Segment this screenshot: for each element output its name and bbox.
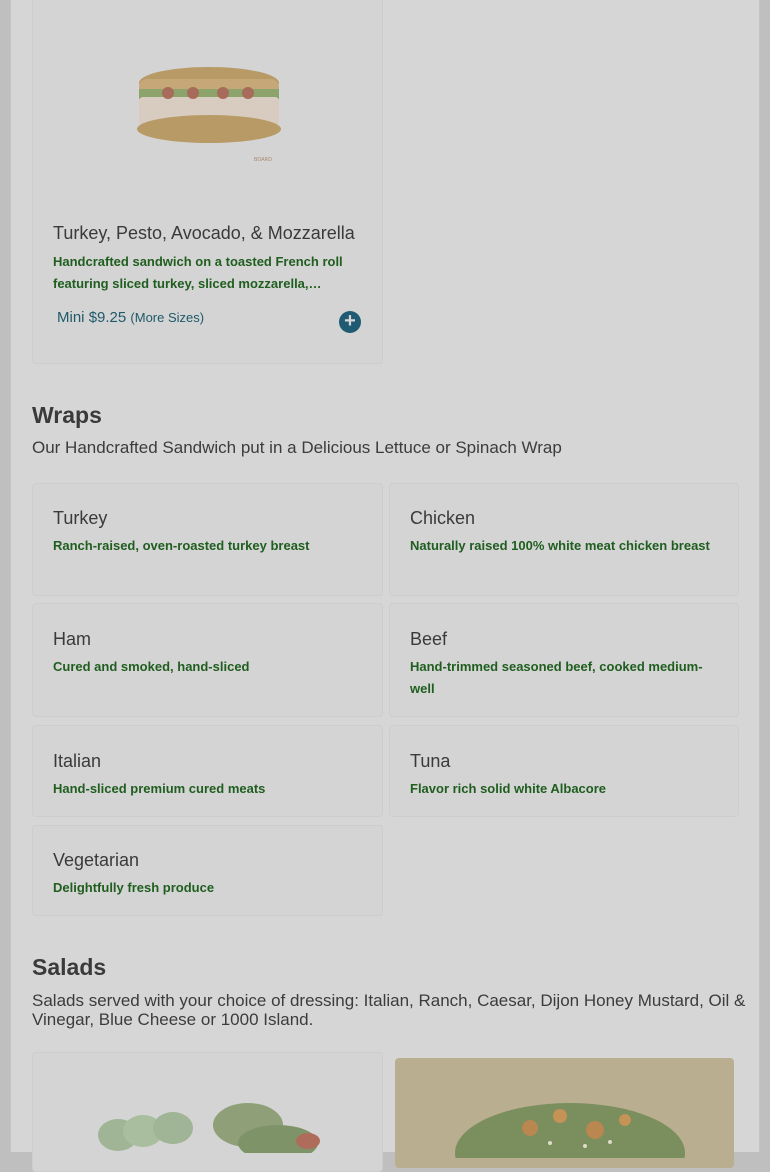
wrap-item-name: Turkey — [53, 508, 108, 528]
price-row: Mini $9.25 (More Sizes) — [57, 309, 204, 326]
salad-item-card[interactable] — [32, 1052, 383, 1172]
wrap-item-card[interactable]: Italian Hand-sliced premium cured meats — [32, 725, 383, 817]
menu-item-description: Handcrafted sandwich on a toasted French… — [53, 254, 343, 291]
wrap-item-card[interactable]: Vegetarian Delightfully fresh produce — [32, 825, 383, 916]
wrap-item-card[interactable]: Tuna Flavor rich solid white Albacore — [389, 725, 739, 817]
wrap-item-name: Chicken — [410, 508, 476, 528]
wrap-item-description: Cured and smoked, hand-sliced — [53, 659, 250, 674]
wrap-item-name: Vegetarian — [53, 850, 140, 870]
section-subtitle-wraps: Our Handcrafted Sandwich put in a Delici… — [32, 438, 562, 457]
wrap-item-name: Italian — [53, 751, 102, 771]
price-size: Mini — [57, 309, 85, 326]
wrap-item-description: Hand-sliced premium cured meats — [53, 781, 266, 796]
wrap-item-card[interactable]: Turkey Ranch-raised, oven-roasted turkey… — [32, 483, 383, 596]
wrap-item-card[interactable]: Ham Cured and smoked, hand-sliced — [32, 603, 383, 717]
wrap-item-description: Hand-trimmed seasoned beef, cooked mediu… — [410, 659, 703, 696]
salad-image — [98, 1103, 320, 1153]
wrap-item-name: Beef — [410, 629, 448, 649]
price-value: $9.25 — [88, 309, 127, 326]
wrap-item-description: Naturally raised 100% white meat chicken… — [410, 538, 710, 553]
wrap-item-description: Flavor rich solid white Albacore — [410, 781, 607, 796]
wrap-item-name: Tuna — [410, 751, 451, 771]
menu-item-card[interactable]: BOARD Turkey, Pesto, Avocado, & Mozzarel… — [32, 0, 383, 364]
wrap-item-name: Ham — [53, 629, 92, 649]
wrap-item-description: Ranch-raised, oven-roasted turkey breast — [53, 538, 310, 553]
svg-text:BOARD: BOARD — [254, 157, 272, 163]
section-subtitle-salads: Salads served with your choice of dressi… — [32, 991, 746, 1029]
section-title-salads: Salads — [32, 954, 107, 980]
menu-item-name: Turkey, Pesto, Avocado, & Mozzarella — [53, 223, 355, 243]
plus-circle-icon[interactable]: + — [339, 311, 361, 333]
menu-page: BOARD Turkey, Pesto, Avocado, & Mozzarel… — [10, 0, 760, 1172]
wrap-item-description: Delightfully fresh produce — [53, 880, 215, 895]
more-sizes-link[interactable]: (More Sizes) — [130, 310, 204, 325]
wrap-item-card[interactable]: Beef Hand-trimmed seasoned beef, cooked … — [389, 603, 739, 717]
salad-image — [455, 1103, 685, 1158]
sandwich-image: BOARD — [137, 67, 281, 163]
wrap-item-card[interactable]: Chicken Naturally raised 100% white meat… — [389, 483, 739, 596]
section-title-wraps: Wraps — [32, 402, 102, 428]
